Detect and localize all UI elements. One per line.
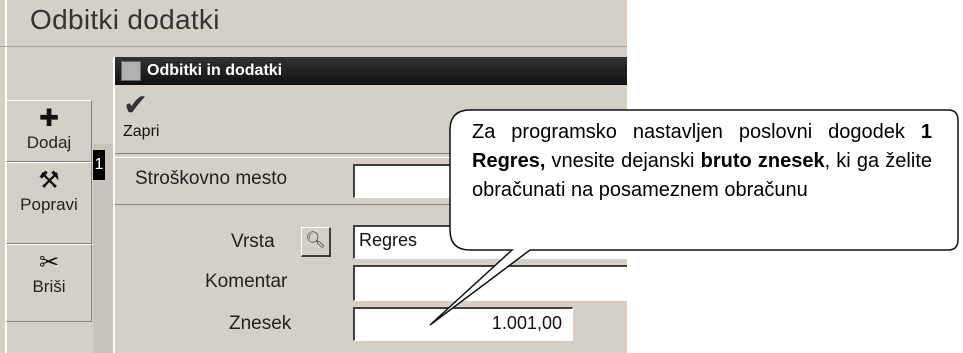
hammer-icon: ⚒: [38, 167, 60, 194]
deductions-dialog: Odbitki in dodatki ✔ Zapri Stroškovno me…: [113, 57, 627, 353]
type-label: Vrsta: [231, 231, 275, 252]
callout-text: Za programsko nastavljen poslovni dogode…: [472, 118, 932, 205]
title-separator: [0, 46, 627, 47]
magnifier-icon: 🔍︎: [305, 232, 326, 249]
dialog-titlebar: Odbitki in dodatki: [115, 57, 627, 85]
checkmark-icon: ✔: [123, 89, 149, 122]
type-field[interactable]: Regres: [353, 225, 627, 259]
app-icon: [121, 61, 141, 81]
comment-label: Komentar: [205, 271, 288, 292]
amount-field[interactable]: 1.001,00: [353, 307, 573, 341]
callout-text-1: Za programsko nastavljen poslovni dogode…: [472, 121, 921, 143]
add-button[interactable]: ✚ Dodaj: [6, 100, 92, 162]
delete-button-label: Briši: [32, 277, 66, 296]
close-button[interactable]: ✔ Zapri: [123, 91, 183, 141]
cost-center-label: Stroškovno mesto: [135, 168, 288, 189]
add-button-label: Dodaj: [26, 133, 72, 152]
plus-icon: ✚: [38, 105, 60, 132]
comment-field[interactable]: [353, 265, 627, 301]
search-button[interactable]: 🔍︎: [301, 227, 331, 257]
amount-label: Znesek: [229, 313, 292, 334]
callout-text-2: vnesite dejanski: [545, 150, 701, 172]
grid-row-number[interactable]: 1: [93, 150, 105, 180]
delete-button[interactable]: ✂ Briši: [6, 244, 92, 322]
close-button-label: Zapri: [123, 123, 160, 140]
scissors-icon: ✂: [38, 249, 60, 276]
dialog-title: Odbitki in dodatki: [147, 62, 283, 79]
window-title: Odbitki dodatki: [30, 4, 220, 35]
type-value: Regres: [359, 230, 418, 250]
edit-button[interactable]: ⚒ Popravi: [6, 162, 92, 244]
callout-bold-2: bruto znesek: [700, 150, 825, 172]
edit-button-label: Popravi: [20, 195, 78, 214]
